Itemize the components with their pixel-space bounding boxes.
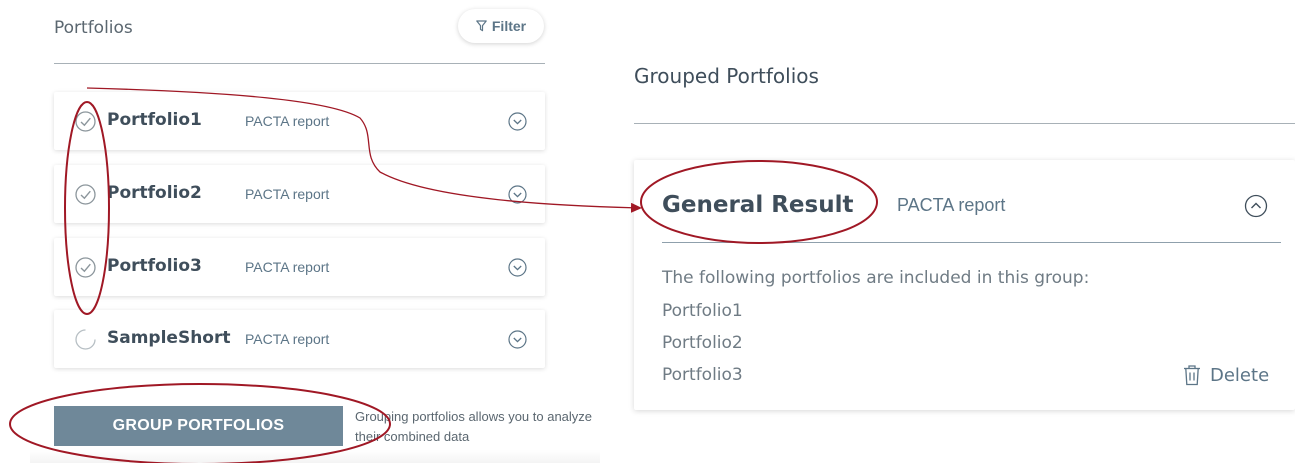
portfolios-divider <box>54 63 545 64</box>
portfolio-name: Portfolio3 <box>107 256 202 276</box>
portfolio-name: SampleShort <box>107 328 231 348</box>
group-portfolios-button[interactable]: GROUP PORTFOLIOS <box>54 406 343 446</box>
list-item: Portfolio3 <box>662 365 743 385</box>
portfolio-report-type: PACTA report <box>245 113 330 129</box>
chevron-down-circle-icon[interactable] <box>508 258 527 277</box>
chevron-down-circle-icon[interactable] <box>508 330 527 349</box>
filter-label: Filter <box>491 18 527 34</box>
list-item: Portfolio2 <box>662 333 743 353</box>
portfolio-card-portfolio2[interactable]: Portfolio2 PACTA report <box>54 165 545 223</box>
filter-button[interactable]: Filter <box>458 9 544 43</box>
grouped-portfolios-divider <box>634 123 1295 124</box>
check-circle-icon[interactable] <box>75 111 96 132</box>
portfolio-name: Portfolio2 <box>107 183 202 203</box>
check-circle-icon[interactable] <box>75 184 96 205</box>
group-divider <box>662 242 1281 243</box>
delete-label: Delete <box>1210 364 1270 386</box>
group-description: The following portfolios are included in… <box>662 268 1090 288</box>
portfolios-title: Portfolios <box>54 18 133 38</box>
portfolio-card-portfolio3[interactable]: Portfolio3 PACTA report <box>54 238 545 296</box>
portfolio-card-portfolio1[interactable]: Portfolio1 PACTA report <box>54 92 545 150</box>
group-report-type: PACTA report <box>897 195 1006 215</box>
list-item: Portfolio1 <box>662 301 743 321</box>
delete-group-button[interactable]: Delete <box>1182 364 1269 386</box>
chevron-down-circle-icon[interactable] <box>508 185 527 204</box>
chevron-up-circle-icon[interactable] <box>1244 194 1268 218</box>
portfolio-report-type: PACTA report <box>245 259 330 275</box>
portfolio-report-type: PACTA report <box>245 331 330 347</box>
check-circle-icon[interactable] <box>75 257 96 278</box>
portfolio-report-type: PACTA report <box>245 186 330 202</box>
grouped-portfolios-title: Grouped Portfolios <box>634 64 819 88</box>
chevron-down-circle-icon[interactable] <box>508 112 527 131</box>
portfolio-card-sampleshort[interactable]: SampleShort PACTA report <box>54 310 545 368</box>
panel-fade <box>30 450 600 463</box>
group-help-text: Grouping portfolios allows you to analyz… <box>355 409 593 444</box>
portfolio-name: Portfolio1 <box>107 110 202 130</box>
filter-icon <box>476 20 487 32</box>
group-name: General Result <box>662 192 854 218</box>
trash-icon <box>1184 365 1200 386</box>
unchecked-circle-icon[interactable] <box>75 329 96 350</box>
group-card-general-result: General Result PACTA report The followin… <box>634 160 1295 410</box>
group-member-list: Portfolio1 Portfolio2 Portfolio3 <box>662 300 743 396</box>
